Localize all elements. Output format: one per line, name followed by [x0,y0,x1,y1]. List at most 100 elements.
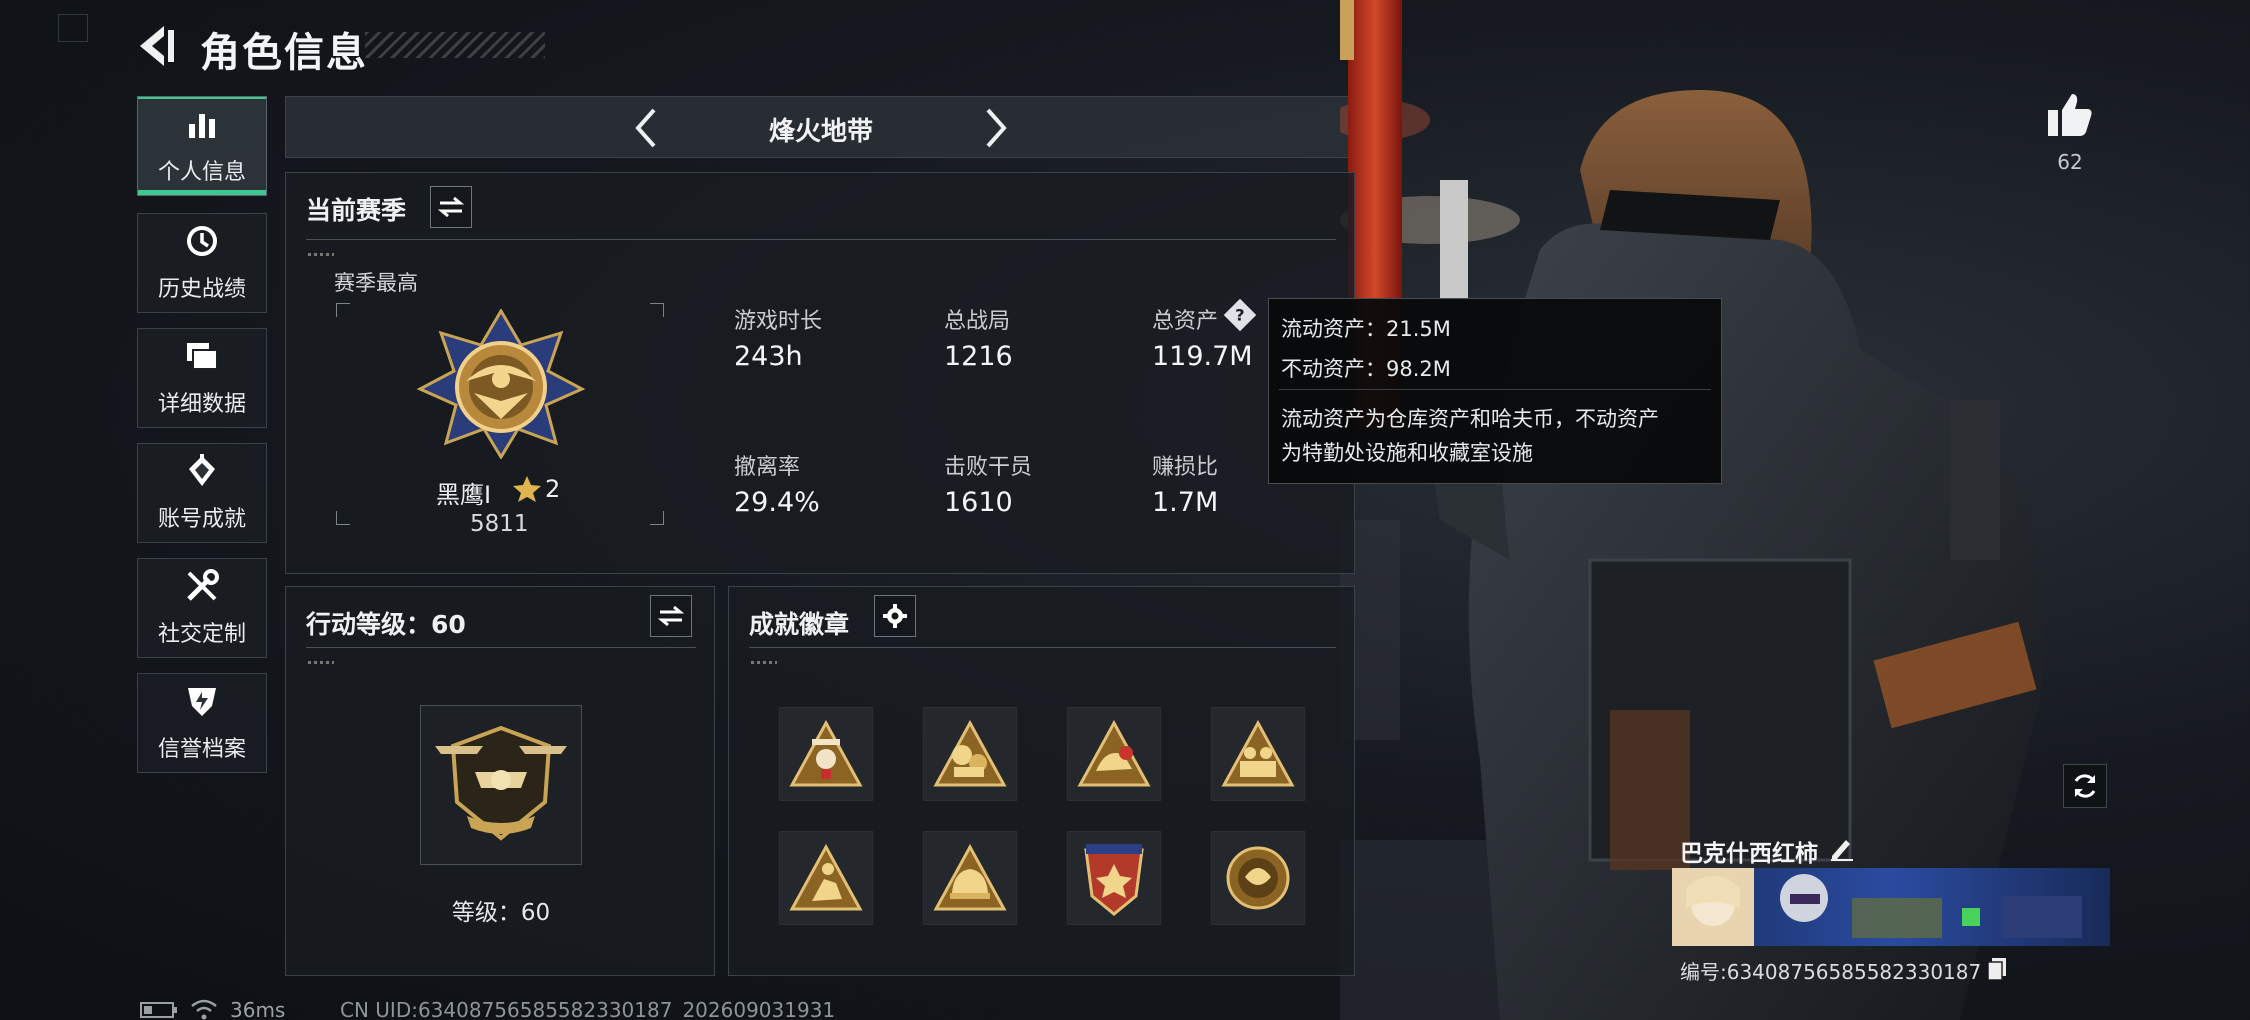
tooltip-liquid-assets: 流动资产：21.5M [1281,317,1451,341]
tooltip-divider [1279,389,1711,390]
page-title: 角色信息 [200,30,368,76]
treasure-badge-icon [933,719,1007,787]
action-level-panel: 行动等级：60 等级：60 [285,586,715,976]
stat-label-playtime: 游戏时长 [734,309,823,334]
achievement-icon [184,453,220,489]
level-text: 等级：60 [451,900,551,926]
stat-value-extract-rate: 29.4% [734,487,820,518]
divider-dots [308,253,334,256]
rank-score: 5811 [470,511,529,537]
back-arrow-icon [140,26,174,66]
rank-name: 黑鹰I [436,481,492,509]
title-decoration [365,32,545,58]
folder-icon [184,338,220,374]
chevron-right-icon [986,108,1007,148]
helmet-badge-icon [933,843,1007,911]
switch-season-button[interactable] [430,186,472,228]
action-level-title: 行动等级：60 [306,610,466,639]
badge-slot[interactable] [1211,831,1305,925]
badge-slot[interactable] [779,831,873,925]
assets-help-button[interactable]: ? [1223,298,1257,332]
rotate-model-button[interactable] [2063,764,2107,808]
stat-value-total-assets: 119.7M [1152,341,1253,372]
frame-corner [650,303,664,317]
helicopter-badge-icon [789,719,863,787]
stat-label-profit-ratio: 赚损比 [1152,455,1219,480]
card-uid: 编号:634087565855823301​87 [1680,956,1981,985]
network-ping: 36ms [230,998,286,1020]
sidebar-item-history[interactable]: 历史战绩 [137,213,267,313]
rank-emblem-icon [416,308,586,460]
tools-icon [184,568,220,604]
badge-slot[interactable] [1211,707,1305,801]
tooltip-description-line1: 流动资产为仓库资产和哈夫币，不动资产 [1281,407,1659,431]
like-count: 62 [2057,150,2083,174]
name-card-banner [1672,868,2110,946]
badge-settings-button[interactable] [874,595,916,637]
footer-uid: CN UID:634087565855823301​87_20260903193… [340,998,836,1020]
copy-uid-button[interactable] [1987,958,2006,981]
stat-value-profit-ratio: 1.7M [1152,487,1219,518]
player-name: 巴克什西红柿 [1680,841,1818,867]
swap-icon [658,605,684,627]
divider-dots [751,661,777,664]
assets-tooltip: 流动资产：21.5M 不动资产：98.2M 流动资产为仓库资产和哈夫币，不动资产… [1268,298,1722,484]
squad-badge-icon [1221,719,1295,787]
mode-title: 烽火地带 [768,117,873,147]
badge-slot[interactable] [779,707,873,801]
stat-label-kills: 击败干员 [944,455,1033,480]
tooltip-fixed-assets: 不动资产：98.2M [1281,357,1451,381]
badges-title: 成就徽章 [749,610,850,639]
mode-selector: 烽火地带 [285,96,1355,158]
coin-badge-icon [1226,846,1290,910]
badge-slot[interactable] [1067,707,1161,801]
season-divider [306,239,1336,240]
stat-label-matches: 总战局 [944,309,1011,334]
corner-frame [58,14,88,42]
refresh-icon [2074,774,2096,798]
card-uid-text: 编号:634087565855823301​87 [1680,960,1982,984]
badge-slot[interactable] [923,707,1017,801]
like-button[interactable] [2046,92,2094,138]
badge-slot[interactable] [923,831,1017,925]
current-season-panel: 当前赛季 赛季最高 黑鹰I 2 5811 游戏时长 243h 总战局 1216 … [285,172,1355,574]
stat-label-total-assets: 总资产 [1152,309,1219,334]
season-highest-label: 赛季最高 [334,271,418,295]
badges-divider [749,647,1336,648]
stat-value-kills: 1610 [944,487,1013,518]
star-icon [512,475,542,503]
star-shield-badge-icon [1084,844,1144,916]
sidebar-item-label: 账号成就 [157,507,246,532]
switch-level-button[interactable] [650,595,692,637]
sidebar-item-label: 社交定制 [157,622,246,647]
gear-icon [883,604,907,628]
frame-corner [650,511,664,525]
stat-label-extract-rate: 撤离率 [734,455,801,480]
achievement-badges-panel: 成就徽章 [728,586,1355,976]
level-emblem-icon [420,705,582,865]
bar-chart-icon [184,106,220,142]
rank-stars: 2 [545,475,561,503]
badge-slot[interactable] [1067,831,1161,925]
sidebar-item-label: 信誉档案 [157,737,246,762]
sidebar-item-label: 详细数据 [157,392,246,417]
wifi-icon [190,998,218,1020]
arm-badge-icon [1077,719,1151,787]
sidebar-item-reputation[interactable]: 信誉档案 [137,673,267,773]
sidebar-item-detail-data[interactable]: 详细数据 [137,328,267,428]
mode-next-button[interactable] [970,104,1018,152]
frame-corner [336,303,350,317]
divider-dots [308,661,334,664]
sidebar-item-achievements[interactable]: 账号成就 [137,443,267,543]
pencil-icon [1831,840,1853,861]
sidebar-item-personal-info[interactable]: 个人信息 [137,96,267,196]
back-button[interactable] [130,22,184,70]
edit-name-button[interactable] [1828,834,1856,862]
sidebar-item-social-custom[interactable]: 社交定制 [137,558,267,658]
shield-icon [184,683,220,719]
stat-value-matches: 1216 [944,341,1013,372]
tooltip-description-line2: 为特勤处设施和收藏室设施 [1281,441,1533,465]
runner-badge-icon [789,843,863,911]
sidebar-item-label: 个人信息 [157,160,246,185]
swap-icon [438,196,464,218]
